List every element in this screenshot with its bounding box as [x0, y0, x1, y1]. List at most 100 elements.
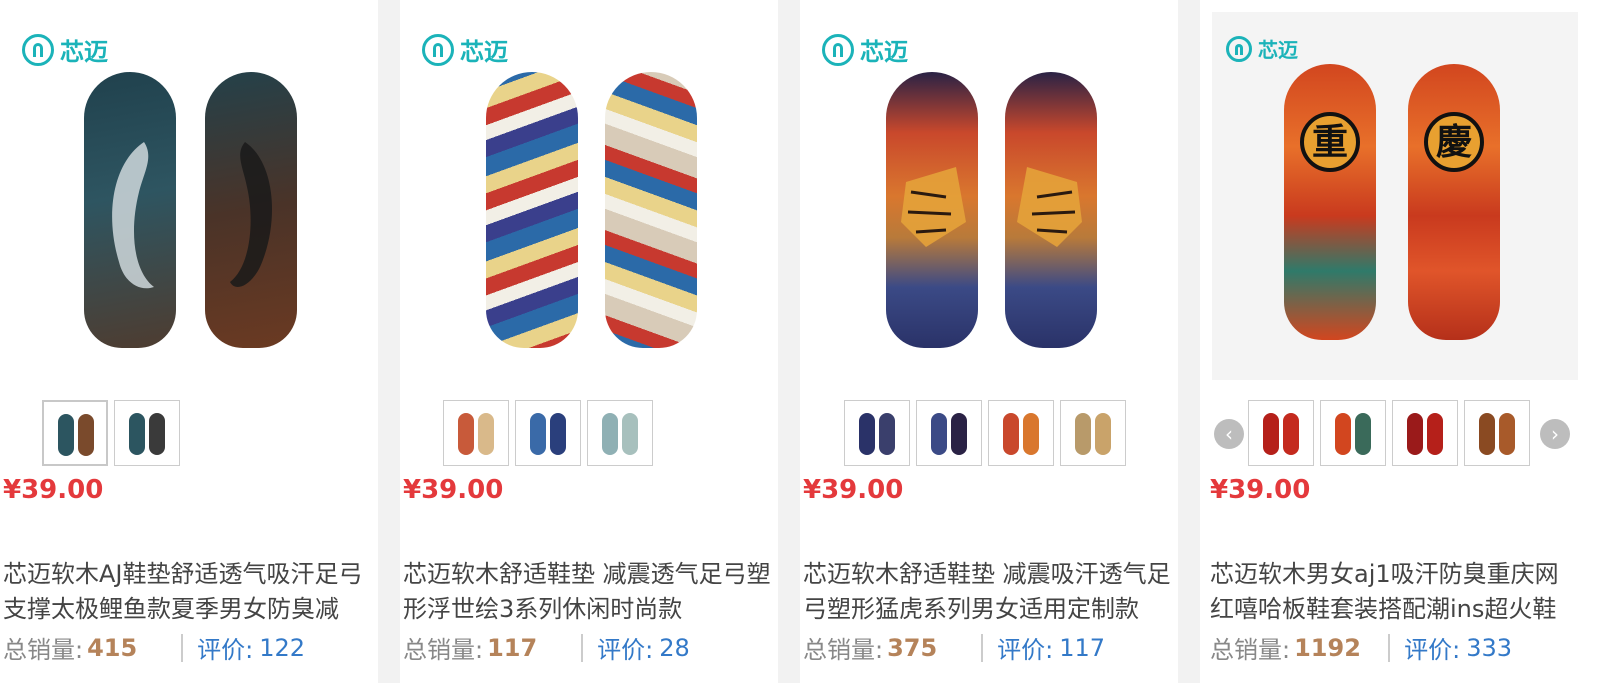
brand-logo: 芯迈 — [1226, 34, 1298, 63]
thumbnail-strip — [1248, 400, 1530, 470]
koi-fish-icon — [112, 142, 154, 289]
prev-thumbnail-button[interactable]: ‹ — [1214, 419, 1244, 449]
thumbnail-insole — [550, 413, 566, 455]
product-stats: 总销量: 1192 评价: 333 — [1210, 630, 1512, 665]
thumbnail[interactable] — [916, 400, 982, 466]
product-card[interactable]: 芯迈 ¥39.00 芯迈软木舒适鞋垫 减震吸汗透气足弓塑形猛虎系列男女适用定制款… — [800, 0, 1178, 683]
sales-count: 117 — [487, 633, 538, 662]
brand-icon — [22, 33, 54, 66]
thumbnail[interactable] — [42, 400, 108, 466]
sales-label: 总销量: — [803, 636, 884, 664]
brand-name: 芯迈 — [460, 38, 508, 66]
thumbnail-insole — [602, 413, 618, 455]
thumbnail-insole — [1023, 413, 1039, 455]
insole-right — [1005, 72, 1097, 348]
product-stats: 总销量: 415 评价: 122 — [3, 630, 305, 665]
thumbnail-insole — [58, 414, 74, 456]
sales-label: 总销量: — [3, 636, 84, 664]
insole-pair-image — [800, 72, 1178, 362]
insole-pair-image — [0, 72, 378, 362]
thumbnail-insole — [1335, 413, 1351, 455]
product-title[interactable]: 芯迈软木男女aj1吸汗防臭重庆网红嘻哈板鞋套装搭配潮ins超火鞋 — [1210, 557, 1580, 627]
thumbnail[interactable] — [1392, 400, 1458, 466]
brand-name: 芯迈 — [60, 38, 108, 66]
thumbnail-insole — [1095, 413, 1111, 455]
thumbnail-insole — [129, 413, 145, 455]
review-label[interactable]: 评价: — [597, 630, 653, 665]
product-card[interactable]: 芯迈 重 慶 ‹ › ¥39.00 芯迈软木男女aj1吸汗防臭重庆网红嘻哈板鞋套… — [1200, 0, 1598, 683]
tiger-icon — [901, 167, 966, 247]
brand-logo: 芯迈 — [822, 32, 908, 67]
insole-pair-image: 重 慶 — [1212, 64, 1578, 354]
sales-count: 375 — [887, 633, 938, 662]
thumbnail-insole — [1407, 413, 1423, 455]
product-card[interactable]: 芯迈 ¥39.00 芯迈软木AJ鞋垫舒适透气吸汗足弓支撑太极鲤鱼款夏季男女防臭减… — [0, 0, 378, 683]
insole-left — [486, 72, 578, 348]
product-main-image[interactable]: 芯迈 — [0, 0, 378, 380]
review-count[interactable]: 117 — [1059, 634, 1105, 662]
product-grid-row: 芯迈 ¥39.00 芯迈软木AJ鞋垫舒适透气吸汗足弓支撑太极鲤鱼款夏季男女防臭减… — [0, 0, 1598, 683]
review-count[interactable]: 28 — [659, 634, 690, 662]
sales-count: 415 — [87, 633, 138, 662]
thumbnail-insole — [1003, 413, 1019, 455]
thumbnail[interactable] — [844, 400, 910, 466]
product-price: ¥39.00 — [403, 475, 504, 505]
product-title[interactable]: 芯迈软木舒适鞋垫 减震透气足弓塑形浮世绘3系列休闲时尚款 — [403, 557, 778, 627]
brand-icon — [822, 33, 854, 66]
product-main-image[interactable]: 芯迈 — [400, 0, 778, 380]
thumbnail-insole — [478, 413, 494, 455]
thumbnail-insole — [1075, 413, 1091, 455]
review-label[interactable]: 评价: — [1404, 630, 1460, 665]
thumbnail-insole — [1355, 413, 1371, 455]
thumbnail-insole — [951, 413, 967, 455]
insole-right — [205, 72, 297, 348]
brand-icon — [422, 33, 454, 66]
sales-label: 总销量: — [403, 636, 484, 664]
thumbnail-insole — [1499, 413, 1515, 455]
product-title[interactable]: 芯迈软木AJ鞋垫舒适透气吸汗足弓支撑太极鲤鱼款夏季男女防臭减 — [3, 557, 378, 627]
thumbnail-insole — [1283, 413, 1299, 455]
brand-icon — [1226, 35, 1252, 62]
thumbnail-insole — [1263, 413, 1279, 455]
product-card[interactable]: 芯迈 ¥39.00 芯迈软木舒适鞋垫 减震透气足弓塑形浮世绘3系列休闲时尚款 总… — [400, 0, 778, 683]
thumbnail[interactable] — [1320, 400, 1386, 466]
thumbnail[interactable] — [1060, 400, 1126, 466]
review-count[interactable]: 333 — [1466, 634, 1512, 662]
review-label[interactable]: 评价: — [997, 630, 1053, 665]
thumbnail[interactable] — [1464, 400, 1530, 466]
thumbnail[interactable] — [515, 400, 581, 466]
thumbnail-insole — [931, 413, 947, 455]
review-label[interactable]: 评价: — [197, 630, 253, 665]
thumbnail-strip — [844, 400, 1126, 470]
thumbnail-insole — [1479, 413, 1495, 455]
thumbnail-insole — [622, 413, 638, 455]
insole-left — [886, 72, 978, 348]
thumbnail[interactable] — [114, 400, 180, 466]
thumbnail-strip — [443, 400, 653, 470]
brand-logo: 芯迈 — [22, 32, 108, 67]
thumbnail[interactable] — [1248, 400, 1314, 466]
insole-left — [84, 72, 176, 348]
thumbnail[interactable] — [587, 400, 653, 466]
insole-right: 慶 — [1408, 64, 1500, 340]
product-main-image[interactable]: 芯迈 — [800, 0, 1178, 380]
review-count[interactable]: 122 — [259, 634, 305, 662]
thumbnail-insole — [149, 413, 165, 455]
thumbnail-insole — [78, 414, 94, 456]
product-stats: 总销量: 375 评价: 117 — [803, 630, 1105, 665]
product-stats: 总销量: 117 评价: 28 — [403, 630, 690, 665]
thumbnail[interactable] — [443, 400, 509, 466]
product-main-image[interactable]: 芯迈 重 慶 — [1212, 12, 1578, 380]
thumbnail-insole — [458, 413, 474, 455]
thumbnail-strip — [42, 400, 180, 470]
seal-qing: 慶 — [1424, 112, 1484, 172]
thumbnail-insole — [530, 413, 546, 455]
thumbnail-insole — [879, 413, 895, 455]
thumbnail[interactable] — [988, 400, 1054, 466]
sales-label: 总销量: — [1210, 636, 1291, 664]
brand-name: 芯迈 — [860, 38, 908, 66]
product-title[interactable]: 芯迈软木舒适鞋垫 减震吸汗透气足弓塑形猛虎系列男女适用定制款 — [803, 557, 1178, 627]
next-thumbnail-button[interactable]: › — [1540, 419, 1570, 449]
koi-fish-icon — [230, 142, 272, 287]
stats-divider — [1388, 633, 1391, 662]
